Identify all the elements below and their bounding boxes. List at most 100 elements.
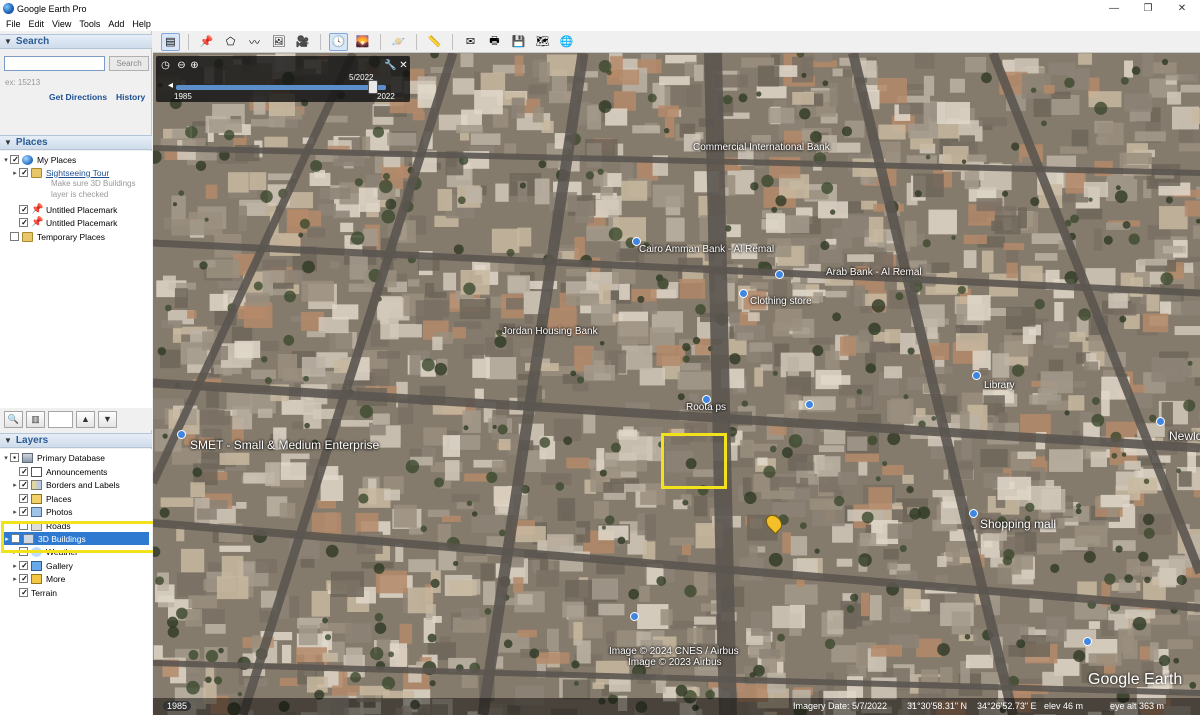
checkbox[interactable] <box>19 494 29 503</box>
checkbox-partial[interactable]: ▪ <box>10 453 19 462</box>
layer-row-terrain[interactable]: Terrain <box>19 586 57 599</box>
save-image-icon[interactable]: 💾 <box>509 33 528 51</box>
checkbox[interactable] <box>19 168 29 177</box>
add-path-icon[interactable]: 〰 <box>245 33 264 51</box>
print-icon[interactable]: 🖶 <box>485 33 504 51</box>
checkbox[interactable] <box>19 480 29 489</box>
poi-marker-icon[interactable] <box>702 395 711 404</box>
search-panel-title: Search <box>15 36 50 47</box>
poi-label[interactable]: Clothing store <box>750 296 812 307</box>
sidebar-toggle-icon[interactable]: ▤ <box>161 32 180 51</box>
poi-marker-icon[interactable] <box>1083 637 1092 646</box>
minimize-button[interactable]: — <box>1096 0 1132 17</box>
places-panel-header[interactable]: ▼ Places <box>0 135 152 150</box>
poi-label[interactable]: Commercial International Bank <box>693 142 830 153</box>
search-places-icon[interactable]: 🔍 <box>4 410 23 428</box>
move-down-icon[interactable]: ▼ <box>98 410 117 428</box>
menu-view[interactable]: View <box>48 19 75 29</box>
search-panel-header[interactable]: ▼ Search <box>0 34 152 49</box>
step-back-icon[interactable]: ◂ <box>165 80 176 91</box>
search-input[interactable] <box>4 56 105 71</box>
tree-label[interactable]: Sightseeing Tour <box>46 168 109 178</box>
tree-row-temporary-places[interactable]: Temporary Places <box>10 230 105 243</box>
image-overlay-icon[interactable]: 🖼 <box>269 33 288 51</box>
poi-marker-icon[interactable] <box>630 612 639 621</box>
history-link[interactable]: History <box>116 92 145 102</box>
ruler-icon[interactable]: 📏 <box>425 33 444 51</box>
zoom-out-time-icon[interactable]: ⊖ <box>176 60 187 71</box>
tree-row-placemark-2[interactable]: 📌 Untitled Placemark <box>19 216 117 229</box>
layer-row-places[interactable]: Places <box>11 492 72 505</box>
move-up-icon[interactable]: ▲ <box>76 410 95 428</box>
poi-marker-icon[interactable] <box>775 270 784 279</box>
checkbox[interactable] <box>19 507 29 516</box>
menu-edit[interactable]: Edit <box>25 19 49 29</box>
menu-file[interactable]: File <box>0 19 25 29</box>
expand-right-icon[interactable]: ▸ <box>11 508 19 516</box>
checkbox[interactable] <box>19 561 29 570</box>
poi-label[interactable]: Shopping mall <box>980 517 1056 531</box>
year-chip[interactable]: 1985 <box>163 701 192 711</box>
poi-marker-icon[interactable] <box>632 237 641 246</box>
layer-row-borders-labels[interactable]: ▸ Borders and Labels <box>11 478 120 491</box>
poi-marker-icon[interactable] <box>739 289 748 298</box>
settings-wrench-icon[interactable]: 🔧 <box>384 60 396 71</box>
poi-label[interactable]: Newlook <box>1169 429 1200 443</box>
add-polygon-icon[interactable]: ⬠ <box>221 33 240 51</box>
poi-marker-icon[interactable] <box>177 430 186 439</box>
search-button[interactable]: Search <box>109 56 149 71</box>
checkbox[interactable] <box>19 467 29 476</box>
earth-gallery-icon[interactable]: 🌐 <box>557 33 576 51</box>
clock-icon[interactable]: ◷ <box>160 60 171 71</box>
poi-marker-icon[interactable] <box>1156 417 1165 426</box>
checkbox[interactable] <box>19 574 29 583</box>
expand-right-icon[interactable]: ▸ <box>11 562 19 570</box>
checkbox[interactable] <box>19 205 29 214</box>
layer-row-photos[interactable]: ▸ Photos <box>11 505 72 518</box>
poi-label[interactable]: Jordan Housing Bank <box>502 326 598 337</box>
layer-row-more[interactable]: ▸ More <box>11 572 65 585</box>
tree-row-my-places[interactable]: ▾ My Places <box>2 153 76 166</box>
expand-right-icon[interactable]: ▸ <box>11 169 19 177</box>
poi-label[interactable]: Library <box>984 380 1015 391</box>
expand-down-icon[interactable]: ▾ <box>2 156 10 164</box>
checkbox[interactable] <box>19 218 29 227</box>
planets-icon[interactable]: 🪐 <box>389 33 408 51</box>
checkbox[interactable] <box>10 232 19 241</box>
poi-marker-icon[interactable] <box>805 400 814 409</box>
record-tour-icon[interactable]: 🎥 <box>293 33 312 51</box>
checkbox[interactable] <box>10 155 20 164</box>
time-track[interactable] <box>176 85 386 90</box>
sunlight-icon[interactable]: 🌄 <box>353 33 372 51</box>
historical-imagery-icon[interactable]: 🕓 <box>329 32 348 51</box>
poi-label[interactable]: Arab Bank - Al Remal <box>826 267 922 278</box>
zoom-in-time-icon[interactable]: ⊕ <box>189 60 200 71</box>
places-blank-field[interactable] <box>48 410 73 428</box>
menu-add[interactable]: Add <box>104 19 128 29</box>
layer-row-gallery[interactable]: ▸ Gallery <box>11 559 73 572</box>
poi-marker-icon[interactable] <box>969 509 978 518</box>
view-in-maps-icon[interactable]: 🗺 <box>533 33 552 51</box>
expand-right-icon[interactable]: ▸ <box>11 575 19 583</box>
close-time-slider-icon[interactable]: ✕ <box>398 60 409 71</box>
menu-help[interactable]: Help <box>128 19 155 29</box>
email-icon[interactable]: ✉ <box>461 33 480 51</box>
checkbox[interactable] <box>19 588 29 597</box>
layer-row-announcements[interactable]: Announcements <box>11 465 107 478</box>
close-button[interactable]: ✕ <box>1164 0 1200 17</box>
tree-row-placemark-1[interactable]: 📌 Untitled Placemark <box>19 203 117 216</box>
get-directions-link[interactable]: Get Directions <box>49 92 107 102</box>
menu-tools[interactable]: Tools <box>75 19 104 29</box>
map-view[interactable]: Commercial International Bank Cairo Amma… <box>153 53 1200 715</box>
layer-row-primary-database[interactable]: ▾ ▪ Primary Database <box>2 451 105 464</box>
poi-marker-icon[interactable] <box>972 371 981 380</box>
poi-label[interactable]: Cairo Amman Bank - Al Remal <box>639 244 774 255</box>
layers-panel-header[interactable]: ▼ Layers <box>0 433 152 448</box>
expand-down-icon[interactable]: ▾ <box>2 454 10 462</box>
add-placemark-icon[interactable]: 📌 <box>197 33 216 51</box>
panel-toggle-icon[interactable]: ▥ <box>26 410 45 428</box>
poi-label[interactable]: SMET - Small & Medium Enterprise <box>190 438 379 452</box>
maximize-button[interactable]: ❐ <box>1130 0 1166 17</box>
eye-altitude: eye alt 363 m <box>1110 701 1165 711</box>
expand-right-icon[interactable]: ▸ <box>11 481 19 489</box>
